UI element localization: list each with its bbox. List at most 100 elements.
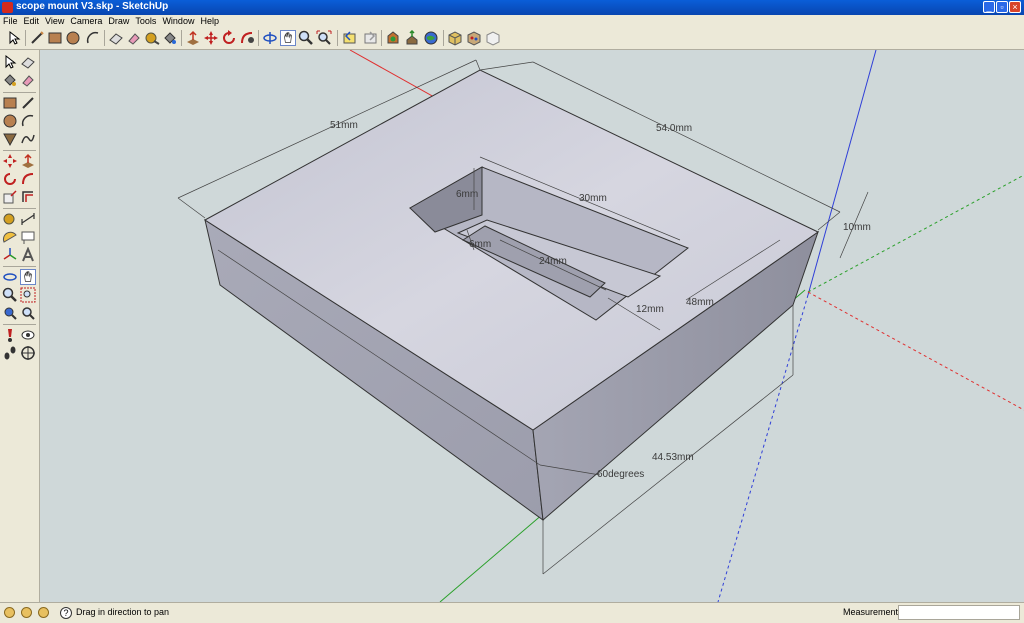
dimension-10mm: 10mm bbox=[843, 222, 871, 233]
dimension-30mm: 30mm bbox=[579, 193, 607, 204]
protractor-icon[interactable] bbox=[2, 229, 18, 245]
dimension-icon[interactable] bbox=[20, 211, 36, 227]
zoom-icon[interactable] bbox=[2, 287, 18, 303]
maximize-button[interactable]: ▫ bbox=[996, 1, 1008, 13]
select-icon[interactable] bbox=[2, 54, 18, 70]
push-pull-icon[interactable] bbox=[185, 30, 201, 46]
freehand-icon[interactable] bbox=[20, 131, 36, 147]
rectangle-icon[interactable] bbox=[2, 95, 18, 111]
dimension-6mm-lower: 6mm bbox=[469, 239, 491, 250]
next-view-icon[interactable] bbox=[362, 30, 378, 46]
model-canvas: 51mm 54.0mm 30mm 6mm 6mm 24mm 12mm 48mm … bbox=[177, 50, 1024, 602]
paint-bucket-icon[interactable] bbox=[2, 72, 18, 88]
title-bar: scope mount V3.skp - SketchUp _ ▫ × bbox=[0, 0, 1024, 15]
paint-bucket-icon[interactable] bbox=[162, 30, 178, 46]
select-icon[interactable] bbox=[6, 30, 22, 46]
previous-view-icon[interactable] bbox=[2, 305, 18, 321]
3d-text-icon[interactable] bbox=[20, 247, 36, 263]
scale-icon[interactable] bbox=[2, 189, 18, 205]
user-icon[interactable] bbox=[38, 607, 49, 618]
menu-camera[interactable]: Camera bbox=[67, 15, 105, 27]
sketchup-icon bbox=[2, 2, 13, 13]
follow-me-icon[interactable] bbox=[239, 30, 255, 46]
push-pull-icon[interactable] bbox=[20, 153, 36, 169]
pan-icon[interactable] bbox=[20, 269, 36, 285]
axes-icon[interactable] bbox=[2, 247, 18, 263]
green-axis-dashed bbox=[807, 174, 1024, 293]
previous-view-icon[interactable] bbox=[342, 30, 358, 46]
circle-icon[interactable] bbox=[2, 113, 18, 129]
menu-edit[interactable]: Edit bbox=[21, 15, 43, 27]
minimize-button[interactable]: _ bbox=[983, 1, 995, 13]
dimension-51mm: 51mm bbox=[330, 120, 358, 131]
arc-icon[interactable] bbox=[20, 113, 36, 129]
get-models-icon[interactable] bbox=[385, 30, 401, 46]
eraser-icon[interactable] bbox=[20, 72, 36, 88]
toolbar-separator bbox=[3, 208, 36, 209]
line-icon[interactable] bbox=[29, 30, 45, 46]
close-button[interactable]: × bbox=[1009, 1, 1021, 13]
dimension-48mm: 48mm bbox=[686, 297, 714, 308]
dimension-60-degrees: 60degrees bbox=[597, 469, 644, 480]
pan-icon[interactable] bbox=[280, 30, 296, 46]
toolbar-separator bbox=[3, 92, 36, 93]
dimension-12mm: 12mm bbox=[636, 304, 664, 315]
tape-measure-icon[interactable] bbox=[2, 211, 18, 227]
toolbar-separator bbox=[3, 150, 36, 151]
styles-icon[interactable] bbox=[485, 30, 501, 46]
menu-help[interactable]: Help bbox=[197, 15, 222, 27]
dimension-54mm: 54.0mm bbox=[656, 123, 692, 134]
polygon-icon[interactable] bbox=[2, 131, 18, 147]
components-icon[interactable] bbox=[447, 30, 463, 46]
toolbar-separator bbox=[3, 266, 36, 267]
move-icon[interactable] bbox=[2, 153, 18, 169]
rectangle-icon[interactable] bbox=[47, 30, 63, 46]
position-camera-icon[interactable] bbox=[2, 327, 18, 343]
tape-measure-icon[interactable] bbox=[144, 30, 160, 46]
help-icon[interactable]: ? bbox=[60, 607, 72, 619]
geo-location-icon[interactable] bbox=[4, 607, 15, 618]
toolbar-separator bbox=[181, 30, 182, 46]
window-title: scope mount V3.skp - SketchUp bbox=[16, 1, 169, 12]
text-icon[interactable] bbox=[20, 229, 36, 245]
make-component-icon[interactable] bbox=[108, 30, 124, 46]
circle-icon[interactable] bbox=[65, 30, 81, 46]
follow-me-icon[interactable] bbox=[20, 171, 36, 187]
offset-icon[interactable] bbox=[20, 189, 36, 205]
rotate-icon[interactable] bbox=[2, 171, 18, 187]
make-component-icon[interactable] bbox=[20, 54, 36, 70]
credits-icon[interactable] bbox=[21, 607, 32, 618]
google-earth-icon[interactable] bbox=[423, 30, 439, 46]
menu-tools[interactable]: Tools bbox=[132, 15, 159, 27]
measurements-label: Measurements bbox=[843, 607, 903, 617]
menu-file[interactable]: File bbox=[0, 15, 21, 27]
dimension-6mm-upper: 6mm bbox=[456, 189, 478, 200]
zoom-icon[interactable] bbox=[298, 30, 314, 46]
zoom-extents-icon[interactable] bbox=[20, 305, 36, 321]
red-axis-dashed bbox=[807, 291, 1024, 411]
line-icon[interactable] bbox=[20, 95, 36, 111]
rotate-icon[interactable] bbox=[221, 30, 237, 46]
walk-icon[interactable] bbox=[2, 345, 18, 361]
menu-draw[interactable]: Draw bbox=[105, 15, 132, 27]
share-model-icon[interactable] bbox=[404, 30, 420, 46]
look-around-icon[interactable] bbox=[20, 327, 36, 343]
measurements-input[interactable] bbox=[898, 605, 1020, 620]
orbit-icon[interactable] bbox=[262, 30, 278, 46]
menu-window[interactable]: Window bbox=[159, 15, 197, 27]
eraser-icon[interactable] bbox=[126, 30, 142, 46]
toolbar-separator bbox=[25, 30, 26, 46]
menu-view[interactable]: View bbox=[42, 15, 67, 27]
toolbar-separator bbox=[337, 30, 338, 46]
toolbar-separator bbox=[443, 30, 444, 46]
drawing-viewport[interactable]: 51mm 54.0mm 30mm 6mm 6mm 24mm 12mm 48mm … bbox=[40, 50, 1024, 602]
orbit-icon[interactable] bbox=[2, 269, 18, 285]
toolbar-separator bbox=[3, 324, 36, 325]
section-plane-icon[interactable] bbox=[20, 345, 36, 361]
move-icon[interactable] bbox=[203, 30, 219, 46]
zoom-extents-icon[interactable] bbox=[316, 30, 332, 46]
toolbar-separator bbox=[258, 30, 259, 46]
materials-icon[interactable] bbox=[466, 30, 482, 46]
arc-icon[interactable] bbox=[85, 30, 101, 46]
zoom-window-icon[interactable] bbox=[20, 287, 36, 303]
